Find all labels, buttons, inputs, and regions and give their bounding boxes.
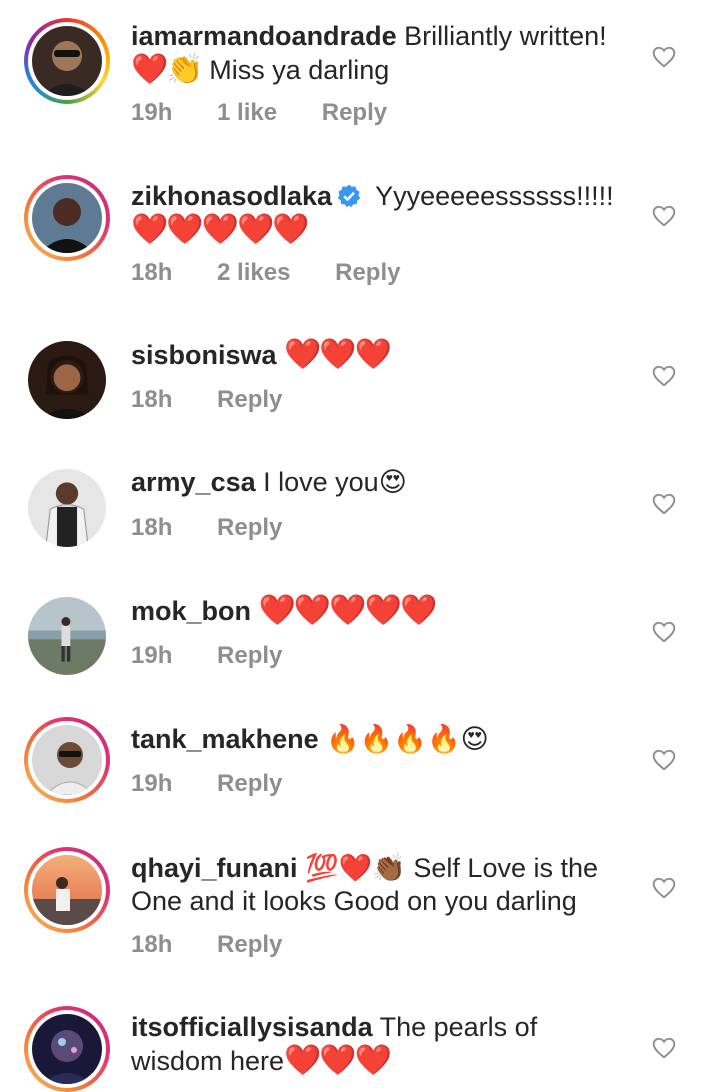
emoji: 💯❤️👏🏾 xyxy=(305,853,406,884)
emoji: ❤️❤️❤️ xyxy=(284,337,392,372)
avatar[interactable] xyxy=(24,593,110,679)
emoji: ❤️❤️❤️ xyxy=(284,1043,392,1078)
comment-meta: 18h Reply xyxy=(131,930,320,960)
reply-button[interactable]: Reply xyxy=(217,770,282,797)
comment-body-cont: Miss ya darling xyxy=(201,55,390,85)
comment-text: itsofficiallysisanda The pearls of wisdo… xyxy=(131,1011,631,1078)
heart-outline-icon[interactable] xyxy=(651,1035,677,1061)
avatar[interactable] xyxy=(24,1006,110,1092)
emoji: 🔥🔥🔥🔥😍 xyxy=(326,724,489,755)
comment-text: zikhonasodlaka Yyyeeeeessssss!!!!! ❤️❤️❤… xyxy=(131,180,631,247)
heart-outline-icon[interactable] xyxy=(651,203,677,229)
comment-text: army_csa I love you😍 xyxy=(131,466,631,499)
emoji: ❤️👏 xyxy=(131,52,204,87)
comment-body-cont: wisdom here xyxy=(131,1046,285,1076)
comment-body-cont: One and it looks Good on you darling xyxy=(131,886,577,916)
reply-button[interactable]: Reply xyxy=(217,642,282,669)
comment-body: Yyyeeeeessssss!!!!! xyxy=(368,181,614,211)
comment-meta: 18h Reply xyxy=(131,513,320,543)
comment-body: Self Love is the xyxy=(405,853,599,883)
comment-text: mok_bon ❤️❤️❤️❤️❤️ xyxy=(131,594,631,628)
avatar[interactable] xyxy=(24,465,110,551)
username[interactable]: mok_bon xyxy=(131,596,251,626)
username[interactable]: army_csa xyxy=(131,467,256,497)
heart-outline-icon[interactable] xyxy=(651,491,677,517)
comment-meta: 19h 1 like Reply xyxy=(131,98,425,128)
username[interactable]: qhayi_funani xyxy=(131,853,298,883)
timestamp: 18h xyxy=(131,386,173,413)
timestamp: 19h xyxy=(131,642,173,669)
heart-outline-icon[interactable] xyxy=(651,619,677,645)
avatar[interactable] xyxy=(24,18,110,104)
reply-button[interactable]: Reply xyxy=(335,259,400,286)
likes-count[interactable]: 1 like xyxy=(217,99,277,126)
heart-outline-icon[interactable] xyxy=(651,44,677,70)
reply-button[interactable]: Reply xyxy=(217,514,282,541)
comment-meta: 18h 2 likes Reply xyxy=(131,258,438,288)
avatar[interactable] xyxy=(24,175,110,261)
username[interactable]: zikhonasodlaka xyxy=(131,181,332,211)
comment-text: tank_makhene 🔥🔥🔥🔥😍 xyxy=(131,723,631,756)
comment-body: I love you xyxy=(255,467,379,497)
heart-outline-icon[interactable] xyxy=(651,363,677,389)
heart-outline-icon[interactable] xyxy=(651,875,677,901)
timestamp: 19h xyxy=(131,770,173,797)
comment-text: iamarmandoandrade Brilliantly written! ❤… xyxy=(131,20,631,87)
comment-meta: 18h Reply xyxy=(131,385,320,415)
username[interactable]: itsofficiallysisanda xyxy=(131,1012,373,1042)
avatar[interactable] xyxy=(24,337,110,423)
username[interactable]: sisboniswa xyxy=(131,340,277,370)
likes-count[interactable]: 2 likes xyxy=(217,259,290,286)
timestamp: 18h xyxy=(131,259,173,286)
timestamp: 18h xyxy=(131,514,173,541)
username[interactable]: iamarmandoandrade xyxy=(131,21,397,51)
reply-button[interactable]: Reply xyxy=(217,931,282,958)
reply-button[interactable]: Reply xyxy=(322,99,387,126)
comment-text: qhayi_funani 💯❤️👏🏾 Self Love is the One … xyxy=(131,852,631,918)
avatar[interactable] xyxy=(24,847,110,933)
emoji: ❤️❤️❤️❤️❤️ xyxy=(131,212,310,247)
timestamp: 18h xyxy=(131,931,173,958)
comment-meta: 19h Reply xyxy=(131,769,320,799)
avatar[interactable] xyxy=(24,717,110,803)
comment-text: sisboniswa ❤️❤️❤️ xyxy=(131,338,631,372)
heart-outline-icon[interactable] xyxy=(651,747,677,773)
verified-badge-icon xyxy=(336,183,362,209)
emoji: ❤️❤️❤️❤️❤️ xyxy=(258,593,438,628)
comment-body: Brilliantly written! xyxy=(396,21,607,51)
comment-meta: 19h Reply xyxy=(131,641,320,671)
comment-body: The pearls of xyxy=(372,1012,538,1042)
emoji: 😍 xyxy=(378,467,407,498)
reply-button[interactable]: Reply xyxy=(217,386,282,413)
username[interactable]: tank_makhene xyxy=(131,724,319,754)
timestamp: 19h xyxy=(131,99,173,126)
